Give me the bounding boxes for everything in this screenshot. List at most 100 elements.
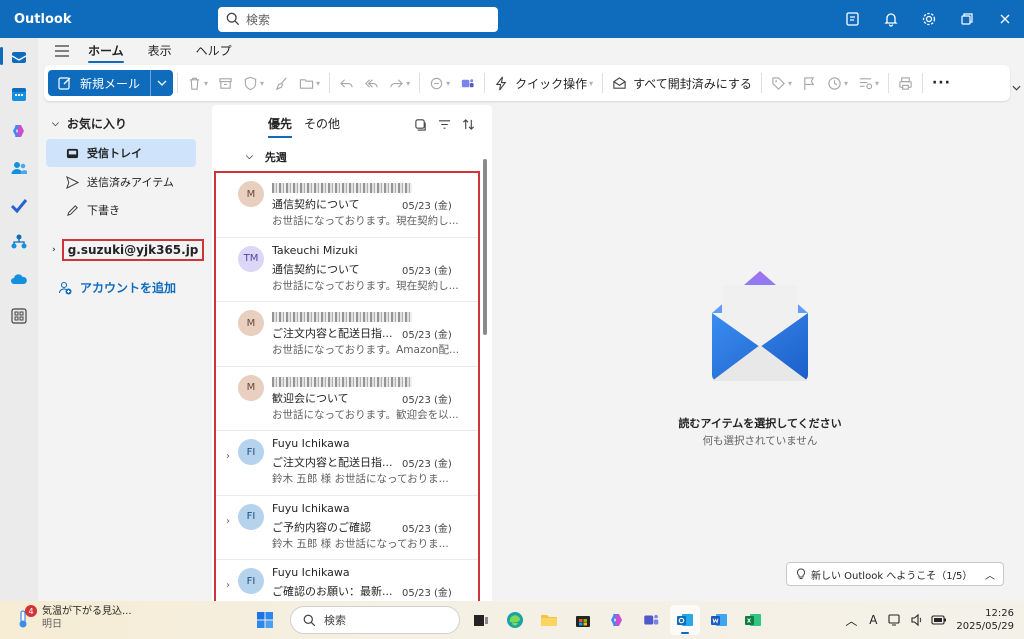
weather-widget[interactable]: 4 気温が下がる見込... 明日 xyxy=(16,605,132,631)
ime-indicator[interactable]: A xyxy=(862,609,884,631)
filter-button[interactable] xyxy=(432,115,456,133)
message-item[interactable]: M 通信契約について 05/23 (金) お世話になっております。現在契約し... xyxy=(216,173,478,238)
flag-button[interactable] xyxy=(797,70,822,96)
battery-icon[interactable] xyxy=(928,609,950,631)
tab-view[interactable]: 表示 xyxy=(136,38,184,64)
report-button[interactable]: ▾ xyxy=(238,70,269,96)
taskbar-taskview[interactable] xyxy=(466,605,496,635)
snooze-button[interactable]: ▾ xyxy=(822,70,853,96)
welcome-banner[interactable]: 新しい Outlook へようこそ（1/5） ︿ xyxy=(786,562,1004,586)
message-item[interactable]: M 歓迎会について 05/23 (金) お世話になっております。歓迎会を以... xyxy=(216,367,478,431)
sort-button[interactable] xyxy=(456,115,480,133)
chat-button[interactable]: ▾ xyxy=(424,70,455,96)
more-options-button[interactable]: ··· xyxy=(927,70,956,96)
tab-focused[interactable]: 優先 xyxy=(268,115,293,138)
chevron-up-icon[interactable]: ︿ xyxy=(840,609,862,631)
rail-todo[interactable] xyxy=(0,186,38,223)
new-mail-dropdown[interactable] xyxy=(151,70,173,96)
taskbar-excel[interactable] xyxy=(738,605,768,635)
select-button[interactable] xyxy=(408,115,432,133)
archive-button[interactable] xyxy=(213,70,238,96)
new-mail-button[interactable]: 新規メール xyxy=(48,70,152,96)
teams-button[interactable] xyxy=(455,70,480,96)
avatar: M xyxy=(238,310,264,336)
rail-org[interactable] xyxy=(0,223,38,260)
taskbar-store[interactable] xyxy=(568,605,598,635)
reply-button[interactable] xyxy=(334,70,359,96)
rail-people[interactable] xyxy=(0,149,38,186)
taskbar-copilot[interactable] xyxy=(602,605,632,635)
taskbar-edge[interactable] xyxy=(500,605,530,635)
apps-grid-icon xyxy=(11,307,27,324)
taskbar: 4 気温が下がる見込... 明日 検索 ︿ A 12:26 2025/05/29 xyxy=(0,601,1024,639)
folder-drafts[interactable]: 下書き xyxy=(46,196,196,224)
group-header[interactable]: ⌵ 先週 xyxy=(246,149,287,165)
restore-window-button[interactable] xyxy=(948,0,986,38)
taskbar-explorer[interactable] xyxy=(534,605,564,635)
notes-button[interactable] xyxy=(834,0,872,38)
menu-button[interactable] xyxy=(48,38,76,64)
folder-move-icon xyxy=(299,78,314,89)
message-item[interactable]: › FI Fuyu Ichikawa ご注文内容と配送日指... 05/23 (金) 鈴木… xyxy=(216,431,478,496)
message-sender: Fuyu Ichikawa xyxy=(272,501,350,515)
chevron-down-icon xyxy=(1012,85,1021,91)
forward-button[interactable]: ▾ xyxy=(384,70,415,96)
folder-icon xyxy=(541,615,557,626)
message-item[interactable]: TM Takeuchi Mizuki 通信契約について 05/23 (金) お世話になっ… xyxy=(216,238,478,302)
print-button[interactable] xyxy=(893,70,918,96)
taskbar-word[interactable] xyxy=(704,605,734,635)
rail-apps[interactable] xyxy=(0,297,38,334)
delete-button[interactable]: ▾ xyxy=(182,70,213,96)
move-button[interactable]: ▾ xyxy=(294,70,325,96)
chevron-right-icon[interactable]: › xyxy=(226,580,230,591)
taskbar-outlook[interactable] xyxy=(670,605,700,635)
settings-button[interactable] xyxy=(910,0,948,38)
start-button[interactable] xyxy=(250,605,280,635)
chevron-down-icon xyxy=(157,80,167,86)
chevron-right-icon[interactable]: › xyxy=(226,516,230,527)
quick-steps-button[interactable]: クイック操作 ▾ xyxy=(489,70,598,96)
close-window-button[interactable] xyxy=(986,0,1024,38)
add-account-button[interactable]: アカウントを追加 xyxy=(58,279,176,296)
folder-inbox[interactable]: 受信トレイ xyxy=(46,139,196,167)
taskbar-search[interactable]: 検索 xyxy=(290,606,460,634)
toolbar-divider xyxy=(484,73,486,93)
reply-all-button[interactable] xyxy=(359,70,384,96)
ribbon-toolbar: 新規メール ▾ ▾ ▾ ▾ ▾ クイック操作 ▾ すべて開封済みにする ▾ ▾ ▾… xyxy=(44,65,1010,101)
folder-label: 受信トレイ xyxy=(87,147,142,160)
inbox-tabs: 優先 その他 xyxy=(268,115,352,138)
sweep-button[interactable] xyxy=(269,70,294,96)
account-item[interactable]: › g.suzuki@yjk365.jp xyxy=(52,239,205,261)
people-icon xyxy=(11,161,27,174)
ribbon-collapse-button[interactable] xyxy=(1012,80,1021,94)
rules-button[interactable]: ▾ xyxy=(853,70,884,96)
rail-calendar[interactable] xyxy=(0,75,38,112)
folder-sent[interactable]: 送信済みアイテム xyxy=(46,168,196,196)
message-item[interactable]: M ご注文内容と配送日指... 05/23 (金) お世話になっております。Amazo… xyxy=(216,302,478,367)
search-input[interactable]: 検索 xyxy=(218,6,498,32)
rail-copilot[interactable] xyxy=(0,112,38,149)
avatar: M xyxy=(238,374,264,401)
message-sender-redacted xyxy=(272,376,412,387)
rail-onedrive[interactable] xyxy=(0,260,38,297)
mark-all-read-button[interactable]: すべて開封済みにする xyxy=(607,70,757,96)
tab-help[interactable]: ヘルプ xyxy=(184,38,244,64)
chevron-up-icon[interactable]: ︿ xyxy=(985,567,995,582)
notifications-button[interactable] xyxy=(872,0,910,38)
network-icon[interactable] xyxy=(884,609,906,631)
tag-button[interactable]: ▾ xyxy=(766,70,797,96)
message-item[interactable]: › FI Fuyu Ichikawa ご確認のお願い：最新... 05/23 (金) xyxy=(216,560,478,601)
rail-mail[interactable] xyxy=(0,38,38,75)
reading-pane: 読むアイテムを選択してください 何も選択されていません 新しい Outlook … xyxy=(496,103,1024,601)
taskbar-teams[interactable] xyxy=(636,605,666,635)
tab-home[interactable]: ホーム xyxy=(76,38,136,64)
speaker-icon[interactable] xyxy=(906,609,928,631)
scrollbar[interactable] xyxy=(483,159,487,335)
chevron-right-icon[interactable]: › xyxy=(226,451,230,462)
system-clock[interactable]: 12:26 2025/05/29 xyxy=(956,607,1014,633)
tab-other[interactable]: その他 xyxy=(304,115,340,138)
app-rail xyxy=(0,38,38,601)
message-item[interactable]: › FI Fuyu Ichikawa ご予約内容のご確認 05/23 (金) 鈴木 五郎 … xyxy=(216,496,478,560)
chevron-right-icon: › xyxy=(52,245,56,255)
favorites-header[interactable]: ⌵ お気に入り xyxy=(52,115,127,132)
